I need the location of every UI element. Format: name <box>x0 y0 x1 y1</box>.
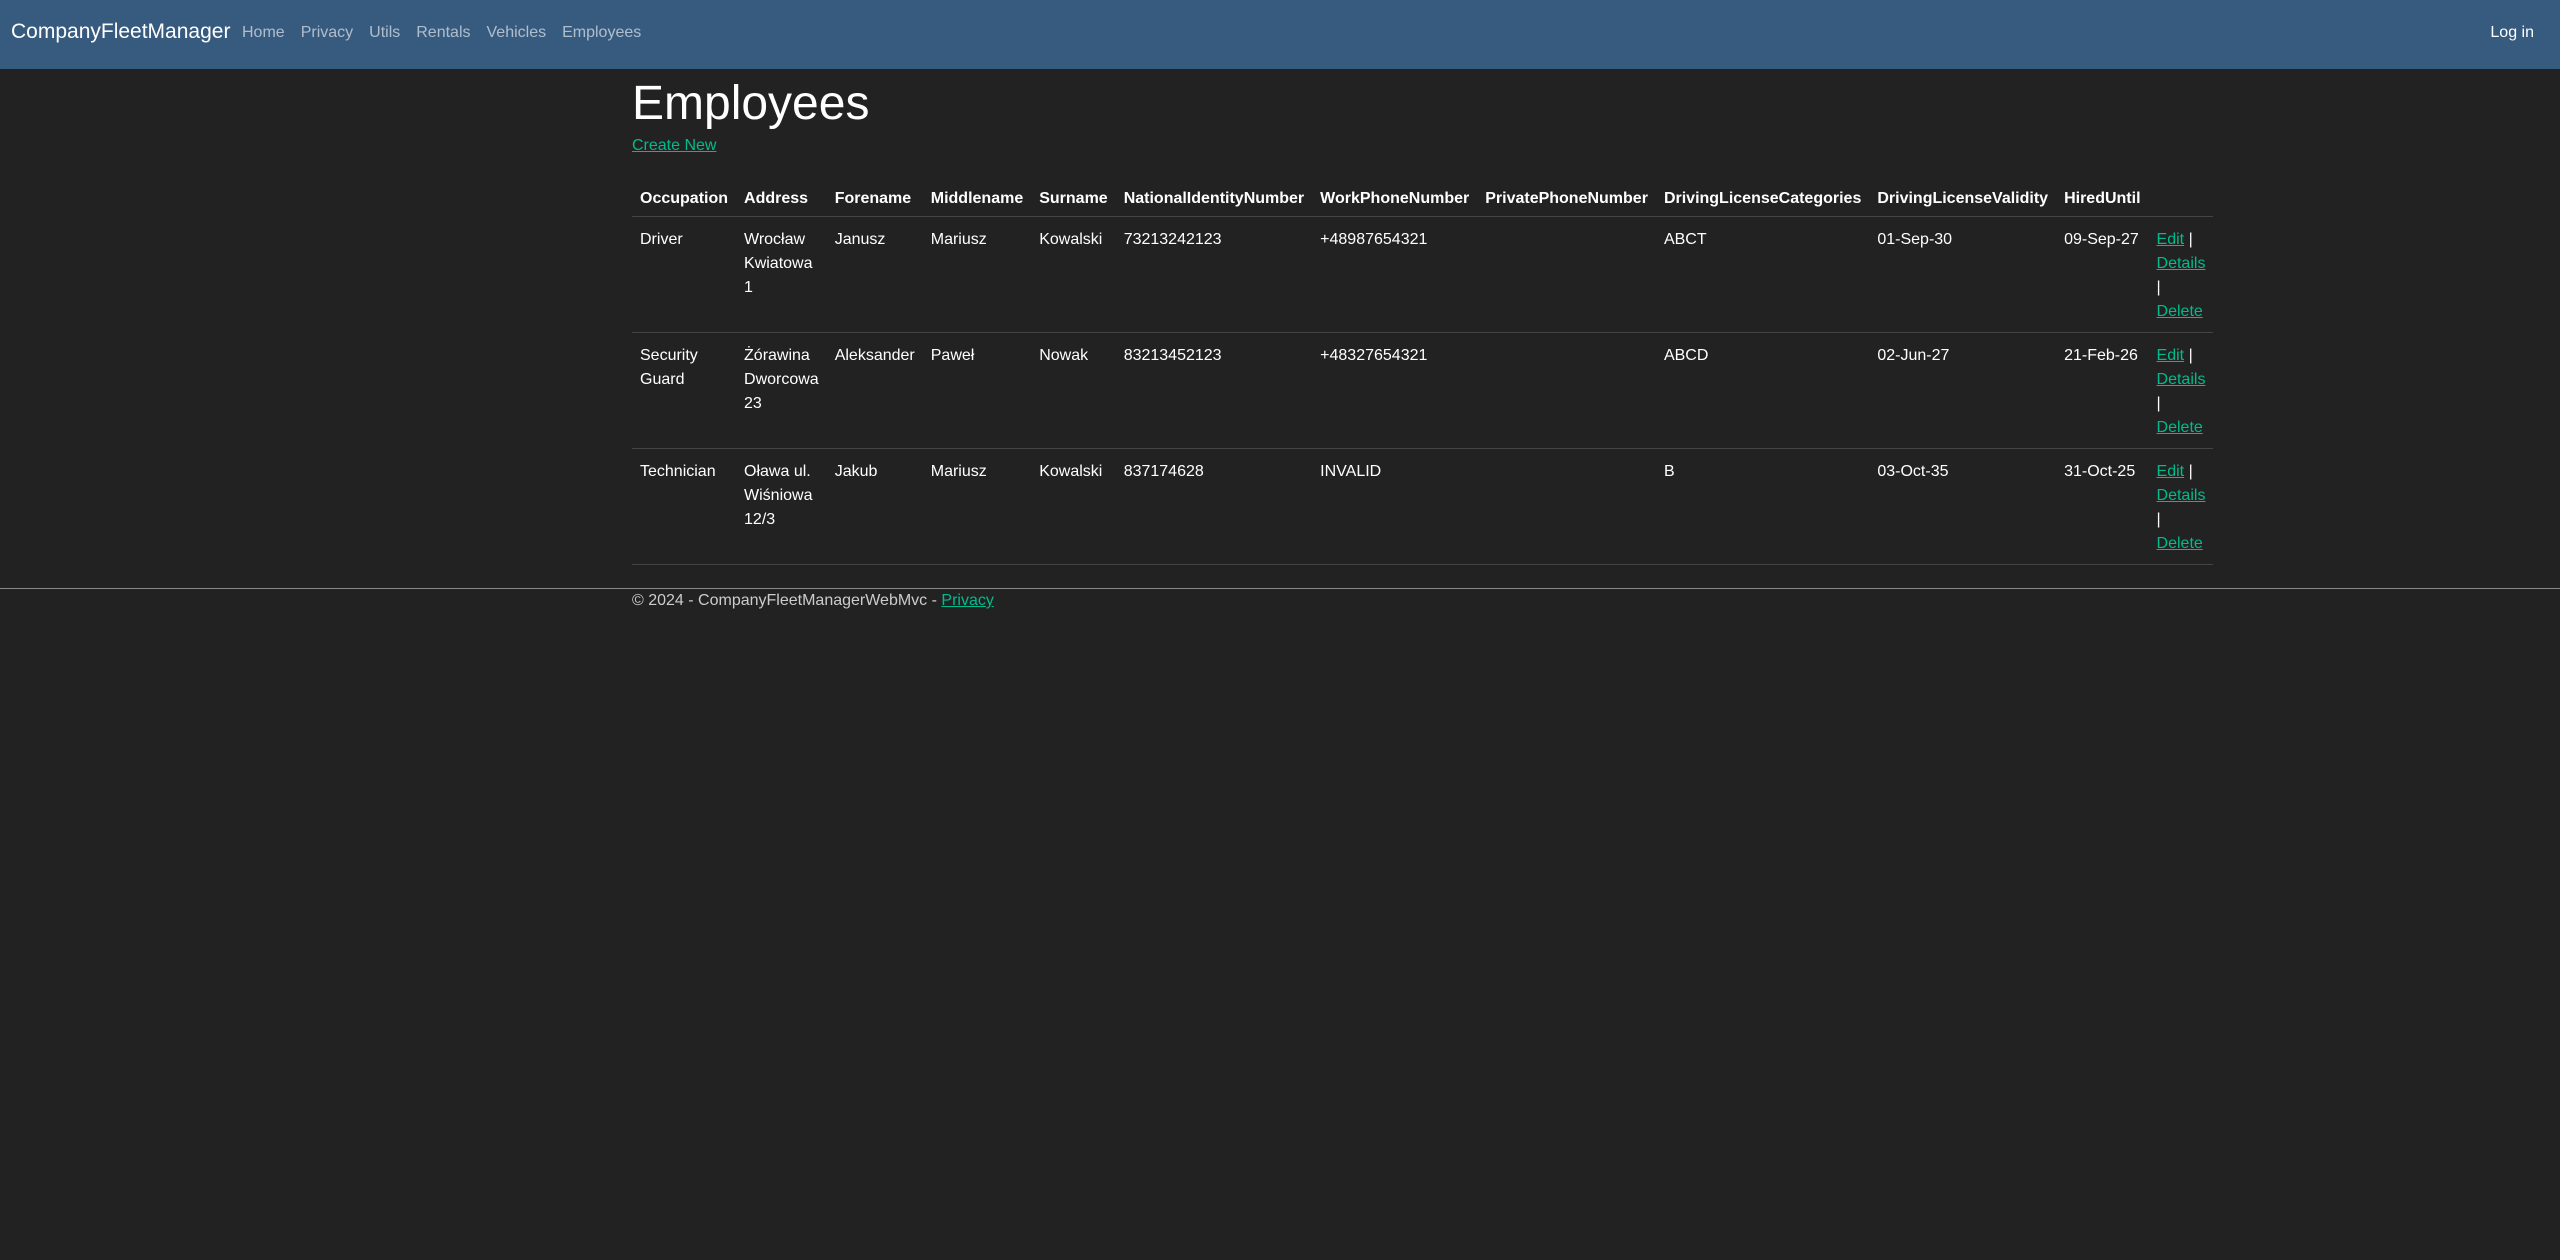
nav-privacy[interactable]: Privacy <box>301 24 353 42</box>
details-link[interactable]: Details <box>2157 487 2206 504</box>
cell-nin: 83213452123 <box>1115 332 1313 449</box>
cell-middlename: Mariusz <box>922 216 1032 333</box>
cell-address: Wrocław Kwiatowa 1 <box>736 216 827 333</box>
nav-utils[interactable]: Utils <box>369 24 400 42</box>
cell-hired-until: 31-Oct-25 <box>2056 448 2149 565</box>
table-row: Technician Oława ul. Wiśniowa 12/3 Jakub… <box>632 448 2214 565</box>
cell-hired-until: 21-Feb-26 <box>2056 332 2149 449</box>
action-separator: | <box>2156 278 2161 296</box>
cell-middlename: Paweł <box>922 332 1032 449</box>
details-link[interactable]: Details <box>2157 371 2206 388</box>
cell-hired-until: 09-Sep-27 <box>2056 216 2149 333</box>
cell-work-phone: +48327654321 <box>1312 332 1478 449</box>
cell-occupation: Security Guard <box>632 332 737 449</box>
footer-divider <box>0 588 2560 589</box>
table-row: Security Guard Żórawina Dworcowa 23 Alek… <box>632 332 2214 449</box>
table-header-row: Occupation Address Forename Middlename S… <box>632 177 2214 217</box>
action-separator: | <box>2188 346 2193 364</box>
edit-link[interactable]: Edit <box>2157 463 2185 480</box>
edit-link[interactable]: Edit <box>2157 231 2185 248</box>
delete-link[interactable]: Delete <box>2157 535 2203 552</box>
cell-private-phone <box>1477 332 1656 449</box>
nav-home[interactable]: Home <box>242 24 285 42</box>
cell-surname: Kowalski <box>1031 216 1116 333</box>
cell-surname: Nowak <box>1031 332 1116 449</box>
cell-private-phone <box>1477 448 1656 565</box>
nav-rentals[interactable]: Rentals <box>416 24 470 42</box>
page-title: Employees <box>632 77 870 130</box>
header-middlename: Middlename <box>922 177 1032 217</box>
cell-middlename: Mariusz <box>922 448 1032 565</box>
top-navbar: CompanyFleetManager Home Privacy Utils R… <box>0 0 2560 69</box>
nav-links: Home Privacy Utils Rentals Vehicles Empl… <box>242 24 657 42</box>
cell-license-validity: 01-Sep-30 <box>1869 216 2057 333</box>
cell-forename: Aleksander <box>826 332 923 449</box>
cell-license-categories: B <box>1655 448 1870 565</box>
action-separator: | <box>2156 394 2161 412</box>
cell-work-phone: INVALID <box>1312 448 1478 565</box>
footer-privacy-link[interactable]: Privacy <box>941 592 993 609</box>
cell-occupation: Technician <box>632 448 737 565</box>
login-link[interactable]: Log in <box>2490 24 2534 42</box>
cell-work-phone: +48987654321 <box>1312 216 1478 333</box>
cell-private-phone <box>1477 216 1656 333</box>
cell-surname: Kowalski <box>1031 448 1116 565</box>
footer: © 2024 - CompanyFleetManagerWebMvc - Pri… <box>632 591 994 611</box>
cell-occupation: Driver <box>632 216 737 333</box>
header-actions <box>2148 177 2214 217</box>
employees-table: Occupation Address Forename Middlename S… <box>632 177 2214 565</box>
nav-employees[interactable]: Employees <box>562 24 641 42</box>
header-occupation: Occupation <box>632 177 737 217</box>
brand-link[interactable]: CompanyFleetManager <box>11 20 230 44</box>
cell-license-validity: 02-Jun-27 <box>1869 332 2057 449</box>
header-address: Address <box>736 177 827 217</box>
cell-license-categories: ABCT <box>1655 216 1870 333</box>
cell-license-validity: 03-Oct-35 <box>1869 448 2057 565</box>
header-work-phone: WorkPhoneNumber <box>1312 177 1478 217</box>
header-national-identity-number: NationalIdentityNumber <box>1115 177 1313 217</box>
edit-link[interactable]: Edit <box>2157 347 2185 364</box>
header-hired-until: HiredUntil <box>2056 177 2149 217</box>
table-row: Driver Wrocław Kwiatowa 1 Janusz Mariusz… <box>632 216 2214 333</box>
cell-actions: Edit | Details | Delete <box>2148 216 2214 333</box>
cell-address: Oława ul. Wiśniowa 12/3 <box>736 448 827 565</box>
delete-link[interactable]: Delete <box>2157 303 2203 320</box>
action-separator: | <box>2188 462 2193 480</box>
details-link[interactable]: Details <box>2157 255 2206 272</box>
cell-actions: Edit | Details | Delete <box>2148 332 2214 449</box>
cell-license-categories: ABCD <box>1655 332 1870 449</box>
header-private-phone: PrivatePhoneNumber <box>1477 177 1656 217</box>
cell-forename: Janusz <box>826 216 923 333</box>
header-forename: Forename <box>826 177 923 217</box>
footer-copyright: © 2024 - CompanyFleetManagerWebMvc - <box>632 592 942 609</box>
delete-link[interactable]: Delete <box>2157 419 2203 436</box>
create-new-link[interactable]: Create New <box>632 137 716 155</box>
nav-vehicles[interactable]: Vehicles <box>487 24 547 42</box>
cell-nin: 837174628 <box>1115 448 1313 565</box>
cell-address: Żórawina Dworcowa 23 <box>736 332 827 449</box>
header-surname: Surname <box>1031 177 1116 217</box>
header-license-validity: DrivingLicenseValidity <box>1869 177 2057 217</box>
cell-forename: Jakub <box>826 448 923 565</box>
cell-actions: Edit | Details | Delete <box>2148 448 2214 565</box>
action-separator: | <box>2156 510 2161 528</box>
cell-nin: 73213242123 <box>1115 216 1313 333</box>
header-license-categories: DrivingLicenseCategories <box>1655 177 1870 217</box>
action-separator: | <box>2188 230 2193 248</box>
